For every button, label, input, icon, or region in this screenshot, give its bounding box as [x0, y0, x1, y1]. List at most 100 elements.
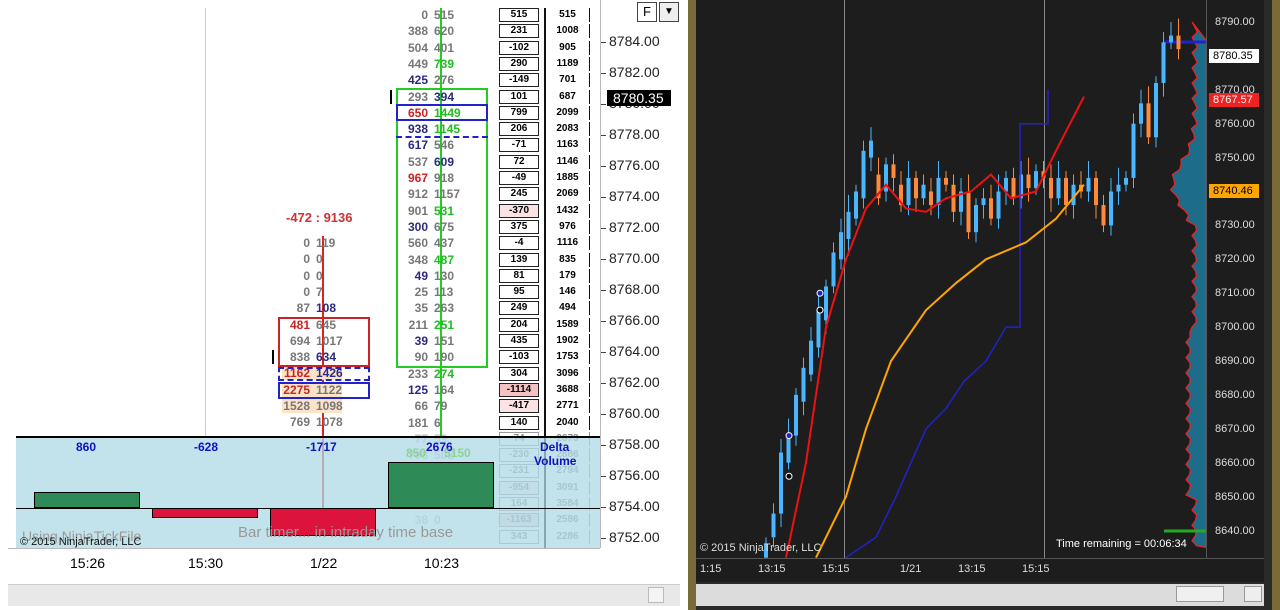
- price-tick: [601, 104, 606, 105]
- delta-cell: 204: [499, 317, 539, 332]
- footprint-row: 388 620: [400, 24, 460, 38]
- footprint-row: 125 164: [400, 383, 460, 397]
- price-chart-svg: [764, 18, 1206, 558]
- bid-volume: 0: [303, 252, 310, 267]
- price-tick: [601, 228, 606, 229]
- candle-body: [936, 177, 941, 206]
- footprint-row: 00: [282, 252, 342, 266]
- candle-body: [951, 184, 956, 212]
- volume-cell: 1432: [546, 203, 590, 218]
- price-label: 8784.00: [609, 33, 660, 49]
- price-tick: [601, 507, 606, 508]
- ask-volume: 79: [434, 399, 448, 414]
- price-label: 8710.00: [1215, 287, 1255, 300]
- candle-body: [861, 150, 866, 199]
- footprint-plot-area[interactable]: -472 : 9136 0 515 388 620 504 401 449 739 425 276…: [8, 0, 600, 548]
- poc-box-previous: [278, 382, 370, 399]
- scroll-thumb[interactable]: [1176, 586, 1224, 602]
- scroll-arrow[interactable]: [1244, 586, 1262, 602]
- overlay-value: 5150: [444, 446, 471, 460]
- delta-cell: -149: [499, 73, 539, 88]
- delta-cell: 95: [499, 285, 539, 300]
- f-button[interactable]: F: [637, 2, 657, 22]
- price-tick: [601, 321, 606, 322]
- bid-volume: 125: [407, 382, 428, 397]
- bid-volume: 769: [289, 415, 310, 430]
- horizontal-scrollbar[interactable]: [696, 584, 1264, 606]
- price-tick: [601, 538, 606, 539]
- price-label: 8754.00: [609, 498, 660, 514]
- delta-bar-negative: [152, 508, 258, 518]
- volume-cell: 2771: [546, 399, 590, 414]
- ask-volume: 0: [316, 252, 323, 267]
- time-label: 1/21: [900, 563, 922, 575]
- candle-body: [996, 191, 1001, 219]
- price-axis[interactable]: 8790.008780.008770.008760.008750.008740.…: [1206, 0, 1264, 558]
- delta-cell: 515: [499, 8, 539, 22]
- volume-cell: 2069: [546, 187, 590, 202]
- delta-cell: 206: [499, 122, 539, 137]
- watermark: Bar timer... in intraday time base: [238, 524, 454, 541]
- volume-cell: 494: [546, 301, 590, 316]
- candle-body: [1131, 123, 1136, 178]
- volume-cell: 1008: [546, 24, 590, 39]
- candle-body: [1176, 35, 1181, 50]
- candle-body: [1086, 177, 1091, 192]
- ask-volume: 401: [434, 40, 455, 55]
- horizontal-scrollbar[interactable]: [8, 584, 680, 606]
- price-label: 8760.00: [609, 405, 660, 421]
- candlestick-plot-area[interactable]: © 2015 NinjaTrader, LLC Time remaining =…: [696, 0, 1206, 558]
- price-label: 8690.00: [1215, 355, 1255, 367]
- bid-volume: 87: [296, 301, 310, 316]
- ask-volume: 1078: [316, 415, 343, 430]
- footprint-row: 769 1078: [282, 415, 343, 430]
- candle-body: [906, 177, 911, 206]
- volume-cell: 3096: [546, 366, 590, 381]
- delta-cell: 799: [499, 105, 539, 120]
- tick-mark: [390, 90, 392, 104]
- bid-volume: 66: [414, 399, 428, 414]
- ask-volume: 620: [434, 24, 455, 39]
- price-axis[interactable]: 8784.008782.008780.008778.008776.008774.…: [600, 0, 688, 548]
- candle-body: [816, 310, 821, 348]
- time-label: 13:15: [958, 563, 986, 575]
- delta-value: -1717: [306, 440, 337, 454]
- time-axis[interactable]: 1:15 13:15 15:15 1/21 13:15 15:15: [696, 558, 1264, 582]
- footprint-row: 449 739: [400, 57, 460, 71]
- delta-cell: -4: [499, 236, 539, 251]
- time-label: 10:23: [424, 555, 460, 571]
- time-label: 15:15: [822, 563, 850, 575]
- delta-cell: 140: [499, 415, 539, 430]
- delta-value: 860: [76, 440, 97, 454]
- candle-body: [771, 513, 776, 538]
- ask-volume: 515: [434, 8, 455, 22]
- signal-dot: [816, 306, 824, 314]
- candle-body: [1064, 177, 1068, 206]
- dropdown-button[interactable]: ▼: [659, 2, 679, 22]
- dashed-box: [278, 367, 370, 381]
- volume-cell: 3688: [546, 382, 590, 397]
- candle-body: [1094, 177, 1098, 206]
- candle-body: [1139, 103, 1143, 124]
- candle-body: [869, 140, 873, 158]
- ema-fast-line: [785, 96, 1085, 558]
- price-tick: [601, 383, 606, 384]
- volume-cell: 1163: [546, 138, 590, 153]
- delta-cell: 231: [499, 24, 539, 39]
- scroll-thumb[interactable]: [648, 587, 664, 603]
- time-label: 13:15: [758, 563, 786, 575]
- delta-cell: 72: [499, 154, 539, 169]
- candle-body: [801, 367, 806, 402]
- time-axis[interactable]: 15:26 15:30 1/22 10:23: [8, 548, 600, 584]
- time-remaining: Time remaining = 00:06:34: [1056, 538, 1187, 550]
- delta-cell: -417: [499, 399, 539, 414]
- bid-volume: 504: [407, 40, 428, 55]
- delta-cell: -102: [499, 40, 539, 55]
- price-label: 8774.00: [609, 188, 660, 204]
- candle-body: [1154, 83, 1158, 138]
- price-tick: [601, 42, 606, 43]
- price-label: 8660.00: [1215, 456, 1255, 469]
- ask-volume: 274: [434, 366, 455, 381]
- delta-value: -628: [194, 440, 219, 454]
- footprint-row: 233 274: [400, 367, 460, 381]
